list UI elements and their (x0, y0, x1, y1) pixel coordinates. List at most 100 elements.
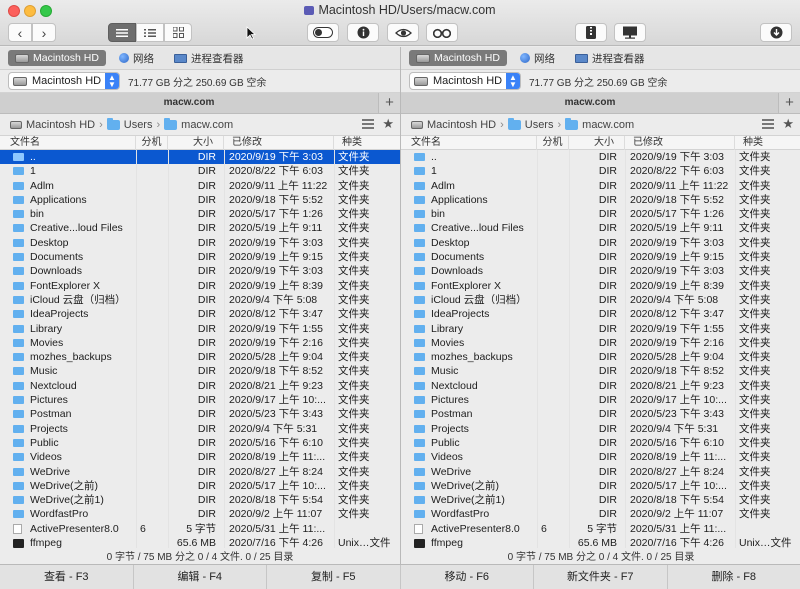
breadcrumb-item[interactable]: Macintosh HD (411, 119, 496, 131)
new-folder-f7-button[interactable]: 新文件夹 - F7 (534, 565, 668, 589)
file-row[interactable]: ActivePresenter8.0 6 5 字节 2020/5/31 上午 11:.… (0, 522, 400, 536)
file-row[interactable]: mozhes_backups DIR 2020/5/28 上午 9:04 文件夹 (401, 350, 800, 364)
file-row[interactable]: Movies DIR 2020/9/19 下午 2:16 文件夹 (401, 336, 800, 350)
star-icon[interactable]: ★ (782, 116, 794, 132)
column-size[interactable]: 大小 (569, 136, 625, 150)
file-row[interactable]: IdeaProjects DIR 2020/8/12 下午 3:47 文件夹 (401, 307, 800, 321)
column-date[interactable]: 已修改 (224, 136, 334, 150)
file-row[interactable]: Downloads DIR 2020/9/19 下午 3:03 文件夹 (0, 264, 400, 278)
file-row[interactable]: Videos DIR 2020/8/19 上午 11:... 文件夹 (401, 450, 800, 464)
drive-network[interactable]: 网络 (513, 49, 562, 68)
add-tab-button[interactable]: + (378, 93, 400, 113)
column-size[interactable]: 大小 (168, 136, 224, 150)
file-row[interactable]: WeDrive(之前1) DIR 2020/8/18 下午 5:54 文件夹 (0, 493, 400, 507)
file-row[interactable]: Documents DIR 2020/9/19 上午 9:15 文件夹 (0, 250, 400, 264)
tab-macw[interactable]: macw.com (401, 93, 779, 113)
file-row[interactable]: Music DIR 2020/9/18 下午 8:52 文件夹 (401, 364, 800, 378)
breadcrumb-item[interactable]: Macintosh HD (10, 119, 95, 131)
file-row[interactable]: mozhes_backups DIR 2020/5/28 上午 9:04 文件夹 (0, 350, 400, 364)
file-row[interactable]: Applications DIR 2020/9/18 下午 5:52 文件夹 (0, 193, 400, 207)
file-row[interactable]: Downloads DIR 2020/9/19 下午 3:03 文件夹 (401, 264, 800, 278)
file-row[interactable]: WeDrive(之前) DIR 2020/5/17 上午 10:... 文件夹 (0, 479, 400, 493)
file-row[interactable]: 1 DIR 2020/8/22 下午 6:03 文件夹 (401, 164, 800, 178)
file-row[interactable]: 1 DIR 2020/8/22 下午 6:03 文件夹 (0, 164, 400, 178)
file-row[interactable]: Documents DIR 2020/9/19 上午 9:15 文件夹 (401, 250, 800, 264)
file-row[interactable]: Library DIR 2020/9/19 下午 1:55 文件夹 (0, 322, 400, 336)
file-row[interactable]: Creative...loud Files DIR 2020/5/19 上午 9:1… (401, 221, 800, 235)
drive-process-viewer[interactable]: 进程查看器 (167, 49, 251, 68)
file-row[interactable]: Pictures DIR 2020/9/17 上午 10:... 文件夹 (401, 393, 800, 407)
back-button[interactable]: ‹ (8, 23, 32, 42)
file-row[interactable]: Pictures DIR 2020/9/17 上午 10:... 文件夹 (0, 393, 400, 407)
drive-network[interactable]: 网络 (112, 49, 161, 68)
file-row[interactable]: FontExplorer X DIR 2020/9/19 上午 8:39 文件夹 (0, 279, 400, 293)
toggle-hidden-files-button[interactable] (307, 23, 339, 42)
column-ext[interactable]: 分机 (537, 136, 569, 150)
move-f6-button[interactable]: 移动 - F6 (401, 565, 534, 589)
star-icon[interactable]: ★ (382, 116, 394, 132)
menu-icon[interactable] (362, 118, 374, 130)
breadcrumb-item[interactable]: Users (106, 117, 152, 131)
file-row[interactable]: .. DIR 2020/9/19 下午 3:03 文件夹 (401, 150, 800, 164)
file-row[interactable]: Adlm DIR 2020/9/11 上午 11:22 文件夹 (0, 179, 400, 193)
file-row[interactable]: WeDrive DIR 2020/8/27 上午 8:24 文件夹 (0, 465, 400, 479)
file-row[interactable]: FontExplorer X DIR 2020/9/19 上午 8:39 文件夹 (401, 279, 800, 293)
search-button[interactable] (426, 23, 458, 42)
quick-look-button[interactable] (387, 23, 419, 42)
file-row[interactable]: WordfastPro DIR 2020/9/2 上午 11:07 文件夹 (401, 507, 800, 521)
tab-macw[interactable]: macw.com (0, 93, 378, 113)
column-ext[interactable]: 分机 (136, 136, 168, 150)
file-row[interactable]: Public DIR 2020/5/16 下午 6:10 文件夹 (0, 436, 400, 450)
file-row[interactable]: Creative...loud Files DIR 2020/5/19 上午 9:1… (0, 221, 400, 235)
file-row[interactable]: iCloud 云盘（归档） DIR 2020/9/4 下午 5:08 文件夹 (0, 293, 400, 307)
file-row[interactable]: Videos DIR 2020/8/19 上午 11:... 文件夹 (0, 450, 400, 464)
file-row[interactable]: bin DIR 2020/5/17 下午 1:26 文件夹 (0, 207, 400, 221)
file-row[interactable]: Movies DIR 2020/9/19 下午 2:16 文件夹 (0, 336, 400, 350)
file-row[interactable]: ffmpeg 65.6 MB 2020/7/16 下午 4:26 Unix…文件 (401, 536, 800, 550)
file-row[interactable]: Applications DIR 2020/9/18 下午 5:52 文件夹 (401, 193, 800, 207)
file-row[interactable]: Public DIR 2020/5/16 下午 6:10 文件夹 (401, 436, 800, 450)
drive-macintosh-hd[interactable]: Macintosh HD (8, 50, 106, 66)
file-row[interactable]: Nextcloud DIR 2020/8/21 上午 9:23 文件夹 (0, 379, 400, 393)
info-button[interactable] (347, 23, 379, 42)
file-row[interactable]: Music DIR 2020/9/18 下午 8:52 文件夹 (0, 364, 400, 378)
download-button[interactable] (760, 23, 792, 42)
file-row[interactable]: WeDrive(之前1) DIR 2020/8/18 下午 5:54 文件夹 (401, 493, 800, 507)
column-name[interactable]: 文件名 (401, 136, 537, 150)
file-row[interactable]: Desktop DIR 2020/9/19 下午 3:03 文件夹 (0, 236, 400, 250)
breadcrumb-item[interactable]: macw.com (164, 117, 233, 131)
breadcrumb-item[interactable]: Users (507, 117, 553, 131)
file-row[interactable]: Postman DIR 2020/5/23 下午 3:43 文件夹 (0, 407, 400, 421)
file-row[interactable]: .. DIR 2020/9/19 下午 3:03 文件夹 (0, 150, 400, 165)
column-kind[interactable]: 种类 (334, 136, 400, 150)
column-name[interactable]: 文件名 (0, 136, 136, 150)
file-row[interactable]: Postman DIR 2020/5/23 下午 3:43 文件夹 (401, 407, 800, 421)
file-row[interactable]: Nextcloud DIR 2020/8/21 上午 9:23 文件夹 (401, 379, 800, 393)
list-view-button[interactable] (108, 23, 136, 42)
file-row[interactable]: Library DIR 2020/9/19 下午 1:55 文件夹 (401, 322, 800, 336)
breadcrumb-item[interactable]: macw.com (565, 117, 634, 131)
copy-f5-button[interactable]: 复制 - F5 (267, 565, 401, 589)
detail-view-button[interactable] (136, 23, 164, 42)
forward-button[interactable]: › (32, 23, 56, 42)
file-row[interactable]: bin DIR 2020/5/17 下午 1:26 文件夹 (401, 207, 800, 221)
file-row[interactable]: iCloud 云盘（归档） DIR 2020/9/4 下午 5:08 文件夹 (401, 293, 800, 307)
network-connect-button[interactable] (614, 23, 646, 42)
archive-button[interactable] (575, 23, 607, 42)
file-row[interactable]: Adlm DIR 2020/9/11 上午 11:22 文件夹 (401, 179, 800, 193)
menu-icon[interactable] (762, 118, 774, 130)
column-date[interactable]: 已修改 (625, 136, 735, 150)
file-row[interactable]: WeDrive DIR 2020/8/27 上午 8:24 文件夹 (401, 465, 800, 479)
volume-select[interactable]: Macintosh HD ▲ ▼ (409, 72, 521, 90)
drive-macintosh-hd[interactable]: Macintosh HD (409, 50, 507, 66)
file-row[interactable]: Projects DIR 2020/9/4 下午 5:31 文件夹 (0, 422, 400, 436)
file-row[interactable]: ffmpeg 65.6 MB 2020/7/16 下午 4:26 Unix…文件 (0, 536, 400, 550)
file-row[interactable]: IdeaProjects DIR 2020/8/12 下午 3:47 文件夹 (0, 307, 400, 321)
edit-f4-button[interactable]: 编辑 - F4 (134, 565, 267, 589)
column-kind[interactable]: 种类 (735, 136, 800, 150)
file-row[interactable]: WordfastPro DIR 2020/9/2 上午 11:07 文件夹 (0, 507, 400, 521)
volume-select[interactable]: Macintosh HD ▲ ▼ (8, 72, 120, 90)
file-row[interactable]: Projects DIR 2020/9/4 下午 5:31 文件夹 (401, 422, 800, 436)
icon-view-button[interactable] (164, 23, 192, 42)
file-row[interactable]: Desktop DIR 2020/9/19 下午 3:03 文件夹 (401, 236, 800, 250)
